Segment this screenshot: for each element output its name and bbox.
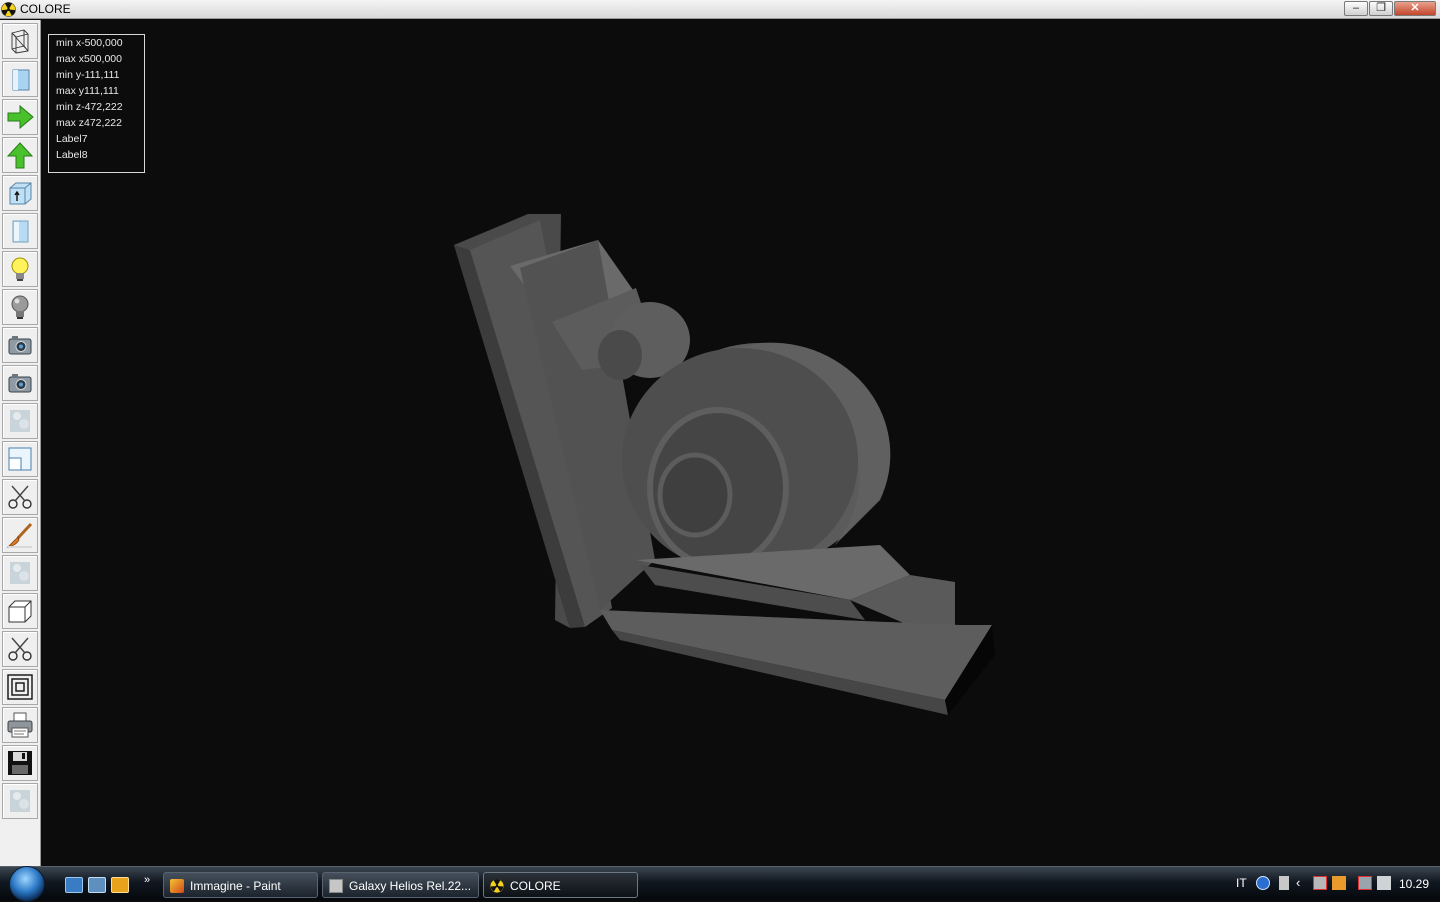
switch-windows-icon[interactable] <box>88 877 106 893</box>
floppy-disk-icon <box>8 751 32 775</box>
window-title: COLORE <box>20 2 71 16</box>
max-x-label: max x500,000 <box>56 53 122 65</box>
update-icon[interactable] <box>1332 876 1346 890</box>
save-button[interactable] <box>2 745 38 781</box>
wireframe-button[interactable] <box>2 23 38 59</box>
box-button[interactable] <box>2 593 38 629</box>
texture-icon <box>10 790 30 812</box>
start-button[interactable] <box>9 866 45 902</box>
frame-button[interactable] <box>2 669 38 705</box>
scissors-icon <box>8 637 32 661</box>
texture-icon <box>10 562 30 584</box>
max-y-label: max y111,111 <box>56 85 119 97</box>
label8: Label8 <box>56 149 88 161</box>
arrow-up-icon <box>6 142 34 169</box>
minimize-button[interactable]: – <box>1344 1 1368 16</box>
paintbrush-icon <box>6 522 33 548</box>
cube-arrow-icon <box>9 182 32 205</box>
max-z-label: max z472,222 <box>56 117 122 129</box>
texture-button-1[interactable] <box>2 403 38 439</box>
texture-button-3[interactable] <box>2 783 38 819</box>
camera-icon <box>8 374 32 393</box>
printer-icon <box>7 712 33 738</box>
bracket-3d-model[interactable] <box>440 200 1010 730</box>
camera-button-2[interactable] <box>2 365 38 401</box>
move-right-button[interactable] <box>2 99 38 135</box>
volume-icon[interactable] <box>1377 876 1391 890</box>
camera-icon <box>8 336 32 355</box>
media-player-icon[interactable] <box>111 877 129 893</box>
radiation-icon <box>1 2 16 17</box>
paint-button[interactable] <box>2 517 38 553</box>
tool-palette <box>0 20 41 866</box>
lightbulb-off-icon <box>11 295 29 319</box>
maximize-button[interactable]: ❐ <box>1369 1 1393 16</box>
light-off-button[interactable] <box>2 289 38 325</box>
radiation-icon <box>490 879 504 893</box>
cylinder-button[interactable] <box>2 213 38 249</box>
clock[interactable]: 10.29 <box>1399 877 1429 891</box>
move-up-button[interactable] <box>2 137 38 173</box>
task-colore[interactable]: COLORE <box>483 872 638 898</box>
box-outline-icon <box>8 600 32 623</box>
cube-shaded-icon <box>12 69 30 91</box>
min-y-label: min y-111,111 <box>56 69 120 81</box>
taskbar: » Immagine - Paint Galaxy Helios Rel.22.… <box>0 866 1440 902</box>
tray-expand-icon[interactable]: ‹ <box>1296 875 1310 890</box>
nested-squares-icon <box>7 674 33 700</box>
folder-icon <box>329 879 343 893</box>
min-z-label: min z-472,222 <box>56 101 123 113</box>
title-bar: COLORE – ❐ ✕ <box>0 0 1440 19</box>
show-desktop-icon[interactable] <box>65 877 83 893</box>
extrude-button[interactable] <box>2 175 38 211</box>
cut-button-1[interactable] <box>2 479 38 515</box>
scissors-icon <box>8 485 32 509</box>
lightbulb-on-icon <box>11 257 29 281</box>
light-on-button[interactable] <box>2 251 38 287</box>
wireframe-icon <box>11 29 29 54</box>
view-split-button[interactable] <box>2 441 38 477</box>
language-indicator[interactable]: IT <box>1236 876 1247 890</box>
print-button[interactable] <box>2 707 38 743</box>
cut-button-2[interactable] <box>2 631 38 667</box>
task-paint[interactable]: Immagine - Paint <box>163 872 318 898</box>
network-icon[interactable] <box>1358 876 1372 890</box>
paint-icon <box>170 879 184 893</box>
texture-icon <box>10 410 30 432</box>
cylinder-icon <box>12 220 29 243</box>
quicklaunch-more-button[interactable]: » <box>144 874 150 886</box>
solid-view-button[interactable] <box>2 61 38 97</box>
close-button[interactable]: ✕ <box>1394 1 1436 16</box>
camera-button-1[interactable] <box>2 327 38 363</box>
texture-button-2[interactable] <box>2 555 38 591</box>
task-galaxy-helios[interactable]: Galaxy Helios Rel.22... <box>322 872 479 898</box>
help-icon[interactable] <box>1256 876 1270 890</box>
security-icon[interactable] <box>1313 876 1327 890</box>
min-x-label: min x-500,000 <box>56 37 123 49</box>
arrow-right-icon <box>7 104 34 130</box>
label7: Label7 <box>56 133 88 145</box>
device-icon[interactable] <box>1279 876 1289 890</box>
bounds-info-panel: min x-500,000 max x500,000 min y-111,111… <box>48 34 145 173</box>
window-split-icon <box>8 447 32 471</box>
